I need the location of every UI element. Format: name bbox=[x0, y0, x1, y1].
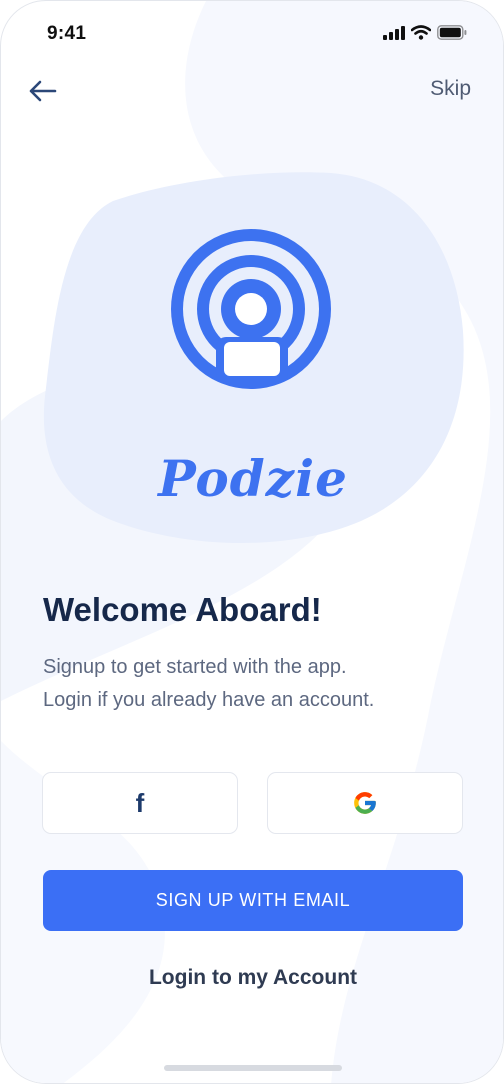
brand-name: Podzie bbox=[158, 449, 348, 508]
status-time: 9:41 bbox=[47, 23, 87, 44]
signup-email-button[interactable]: SIGN UP WITH EMAIL bbox=[43, 870, 463, 931]
home-indicator bbox=[164, 1065, 342, 1071]
welcome-title: Welcome Aboard! bbox=[43, 591, 322, 628]
arrow-left-icon bbox=[29, 80, 57, 102]
welcome-subtitle: Signup to get started with the app. Logi… bbox=[43, 651, 463, 717]
status-icons bbox=[383, 25, 467, 40]
google-login-button[interactable] bbox=[267, 772, 463, 834]
subtitle-line-2: Login if you already have an account. bbox=[43, 689, 375, 711]
signal-icon bbox=[383, 25, 405, 40]
login-link[interactable]: Login to my Account bbox=[1, 966, 503, 990]
subtitle-line-1: Signup to get started with the app. bbox=[43, 656, 347, 678]
facebook-login-button[interactable]: f bbox=[42, 772, 238, 834]
status-bar: 9:41 bbox=[1, 1, 503, 67]
podcast-icon bbox=[171, 229, 331, 389]
battery-icon bbox=[437, 25, 467, 40]
facebook-icon: f bbox=[135, 788, 145, 818]
back-button[interactable] bbox=[27, 77, 59, 105]
wifi-icon bbox=[411, 25, 431, 40]
google-icon bbox=[354, 792, 376, 814]
skip-link[interactable]: Skip bbox=[430, 77, 471, 101]
phone-frame: 9:41 Skip Podzie Welcome Aboard! Signup … bbox=[0, 0, 504, 1084]
